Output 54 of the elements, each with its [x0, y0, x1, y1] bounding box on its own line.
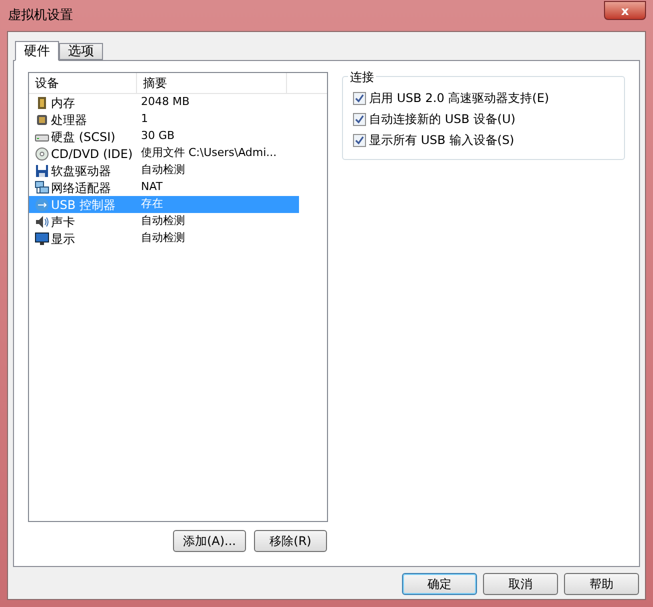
dialog-button[interactable]: 取消 [483, 573, 558, 595]
dialog-button[interactable]: 确定 [402, 573, 477, 595]
device-name: 内存 [51, 94, 75, 112]
device-name: 显示 [51, 230, 75, 248]
processor-chip-icon [35, 112, 49, 126]
device-row[interactable]: 显示 自动检测 [29, 230, 299, 247]
tab[interactable]: 选项 [59, 43, 103, 60]
device-name: 处理器 [51, 112, 87, 128]
check-icon [355, 94, 364, 102]
device-summary: 存在 [141, 196, 163, 212]
checkbox[interactable] [353, 92, 366, 104]
device-row[interactable]: CD/DVD (IDE) 使用文件 C:\Users\Admi... [29, 145, 299, 162]
device-summary: 自动检测 [141, 213, 185, 230]
memory-chip-icon [35, 96, 49, 110]
device-name: 声卡 [51, 214, 75, 230]
checkbox-label: 启用 USB 2.0 高速驱动器支持(E) [369, 90, 550, 107]
device-summary: 使用文件 C:\Users\Admi... [141, 145, 277, 162]
device-summary: 自动检测 [141, 162, 185, 178]
check-icon [355, 114, 364, 124]
dialog-button[interactable]: 移除(R) [254, 530, 327, 552]
network-computers-icon [35, 180, 49, 194]
device-row[interactable]: 处理器 1 [29, 111, 299, 128]
device-name: 软盘驱动器 [51, 162, 111, 180]
device-summary: 30 GB [141, 128, 175, 144]
usb-icon [35, 198, 49, 212]
device-row[interactable]: 软盘驱动器 自动检测 [29, 162, 299, 179]
device-name: 网络适配器 [51, 180, 111, 196]
device-row[interactable]: 网络适配器 NAT [29, 179, 299, 196]
checkbox-label: 自动连接新的 USB 设备(U) [369, 111, 516, 128]
device-summary: NAT [141, 179, 163, 196]
speaker-icon [35, 214, 49, 228]
device-summary: 1 [141, 111, 148, 128]
device-row[interactable]: 内存 2048 MB [29, 94, 299, 111]
checkbox[interactable] [353, 112, 366, 126]
dialog-button[interactable]: 添加(A)... [173, 530, 246, 552]
group-title: 连接 [348, 68, 376, 86]
check-icon [355, 136, 364, 144]
device-name: 硬盘 (SCSI) [51, 128, 116, 146]
device-summary: 自动检测 [141, 230, 185, 246]
device-name: CD/DVD (IDE) [51, 146, 133, 162]
dialog-button[interactable]: 帮助 [564, 573, 639, 595]
monitor-icon [35, 232, 49, 246]
column-header[interactable]: 设备 [29, 73, 137, 93]
checkbox-label: 显示所有 USB 输入设备(S) [369, 132, 514, 149]
device-row[interactable]: 硬盘 (SCSI) 30 GB [29, 128, 299, 145]
checkbox[interactable] [353, 134, 366, 146]
device-summary: 2048 MB [141, 94, 190, 110]
window-title: 虚拟机设置 [7, 6, 73, 25]
device-row[interactable]: 声卡 自动检测 [29, 213, 299, 230]
disc-icon [35, 146, 49, 160]
device-name: USB 控制器 [51, 196, 116, 214]
column-header[interactable]: 摘要 [137, 73, 287, 93]
tab[interactable]: 硬件 [15, 41, 59, 61]
close-button[interactable]: x [604, 1, 646, 20]
